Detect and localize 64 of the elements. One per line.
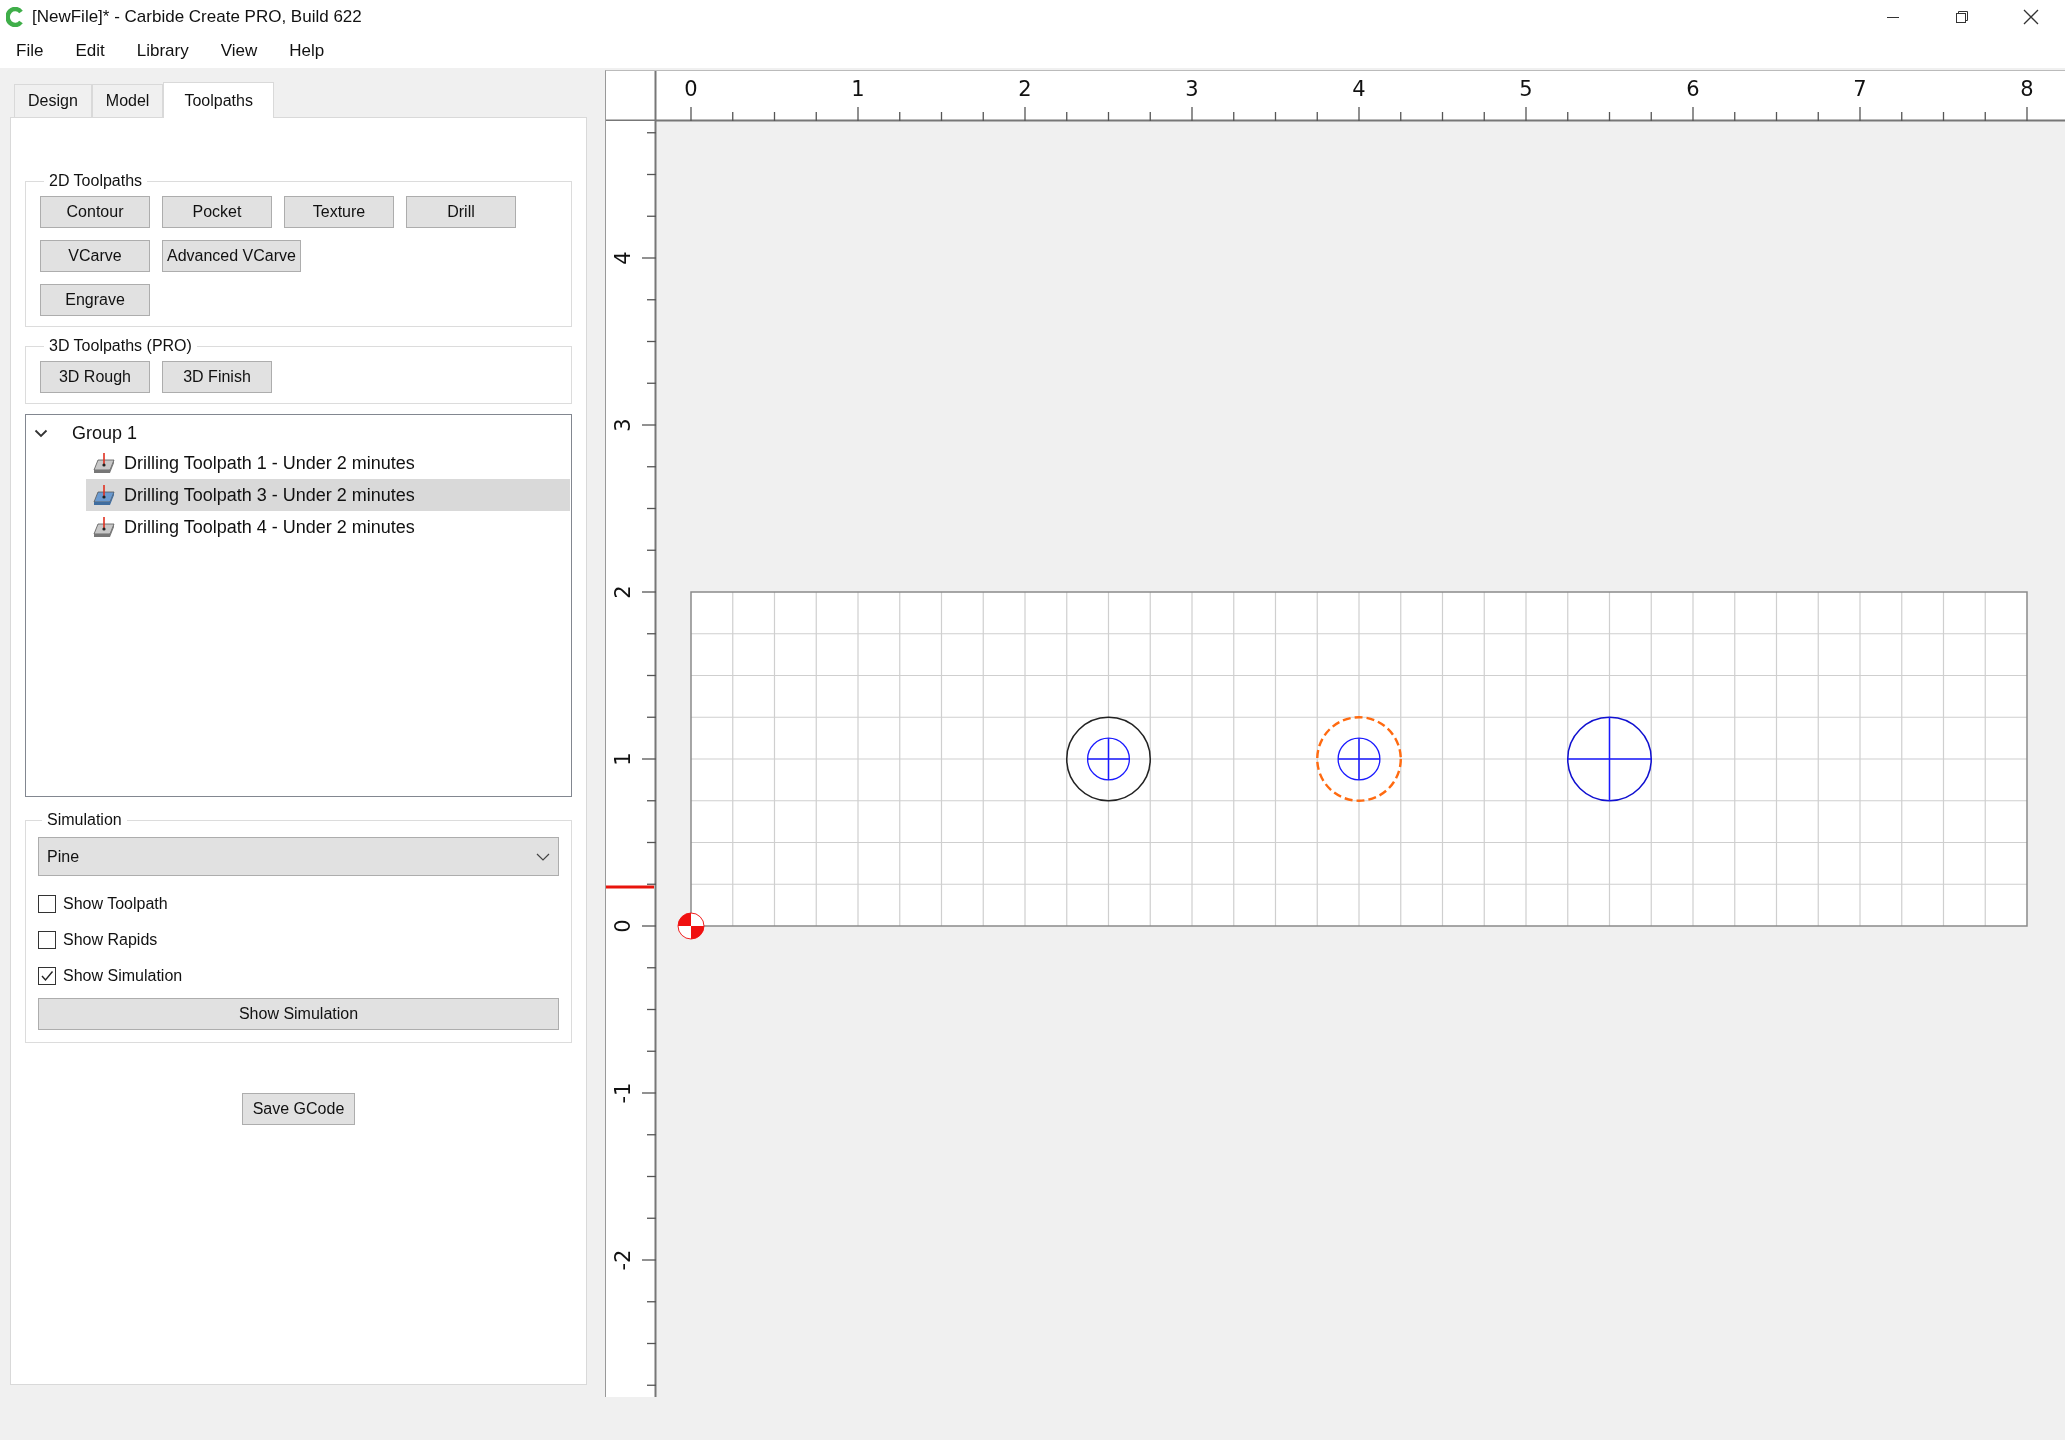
menu-item[interactable]: Library: [126, 36, 199, 65]
tree-item-label[interactable]: Drilling Toolpath 3 - Under 2 minutes: [124, 484, 415, 506]
save-gcode-button[interactable]: Save GCode: [241, 1093, 356, 1125]
toolpath-button[interactable]: VCarve: [40, 240, 150, 272]
origin-icon: [677, 912, 705, 940]
design-canvas[interactable]: 0 1 2 3 4 5 6 7 8 4 3 2 1 0 -1 -2: [605, 70, 2065, 1397]
ruler-label: 6: [1686, 77, 1700, 101]
toolpath-button[interactable]: 3D Rough: [40, 361, 150, 393]
group-title: 3D Toolpaths (PRO): [48, 337, 193, 355]
chevron-down-icon: [536, 851, 550, 862]
menu-item[interactable]: File: [6, 36, 54, 65]
tab[interactable]: Design: [14, 84, 92, 117]
ruler-label: 4: [1352, 77, 1366, 101]
menu-item[interactable]: Help: [279, 36, 335, 65]
toolpath-button[interactable]: Drill: [406, 196, 516, 228]
group-title: 2D Toolpaths: [48, 172, 144, 190]
tree-item[interactable]: Drilling Toolpath 4 - Under 2 minutes: [86, 511, 570, 543]
ruler-label: 7: [1853, 77, 1867, 101]
show-simulation-button[interactable]: Show Simulation: [38, 998, 559, 1030]
ruler-label: 5: [1519, 77, 1533, 101]
tree-item-label[interactable]: Drilling Toolpath 1 - Under 2 minutes: [124, 452, 415, 474]
ruler-label: 8: [2020, 77, 2034, 101]
material-dropdown[interactable]: Pine: [38, 837, 559, 876]
menu-item[interactable]: Edit: [65, 36, 115, 65]
ruler-label: 2: [611, 585, 635, 599]
menu-item[interactable]: View: [210, 36, 268, 65]
toolpath-button[interactable]: Engrave: [40, 284, 150, 316]
toolpath-button[interactable]: Contour: [40, 196, 150, 228]
restore-icon[interactable]: [1954, 9, 1969, 24]
window-title: [NewFile]* - Carbide Create PRO, Build 622: [32, 6, 362, 27]
checkbox-label[interactable]: Show Rapids: [63, 931, 158, 949]
checkbox[interactable]: [38, 895, 56, 913]
app-logo-icon: [6, 6, 24, 27]
checkbox-label[interactable]: Show Simulation: [63, 967, 183, 985]
toolpath-button[interactable]: Advanced VCarve: [162, 240, 301, 272]
ruler-label: 4: [611, 251, 635, 265]
tree-item[interactable]: Drilling Toolpath 1 - Under 2 minutes: [86, 447, 570, 479]
ruler-label: 0: [684, 77, 698, 101]
cursor-position-line: [606, 885, 654, 889]
checkbox[interactable]: [38, 931, 56, 949]
toolpath-icon[interactable]: [92, 484, 116, 506]
group-title: Simulation: [46, 811, 123, 829]
checkbox[interactable]: [38, 967, 56, 985]
tree-item[interactable]: Drilling Toolpath 3 - Under 2 minutes: [86, 479, 570, 511]
ruler-label: 1: [611, 752, 635, 766]
tab[interactable]: Model: [91, 84, 164, 117]
toolpath-button[interactable]: Texture: [284, 196, 394, 228]
ruler-label: 1: [851, 77, 865, 101]
tree-item-label[interactable]: Drilling Toolpath 4 - Under 2 minutes: [124, 516, 415, 538]
ruler-label: 3: [611, 418, 635, 432]
checkbox-label[interactable]: Show Toolpath: [63, 895, 168, 913]
tab[interactable]: Toolpaths: [163, 82, 274, 118]
ruler-label: 0: [611, 919, 635, 933]
toolpath-icon[interactable]: [92, 452, 116, 474]
toolpath-button[interactable]: 3D Finish: [162, 361, 272, 393]
checkmark-icon: [39, 968, 55, 984]
toolpath-icon[interactable]: [92, 516, 116, 538]
ruler-label: -1: [611, 1082, 635, 1104]
ruler-label: 2: [1018, 77, 1032, 101]
ruler-label: 3: [1185, 77, 1199, 101]
close-icon[interactable]: [2022, 8, 2039, 25]
ruler-label: -2: [611, 1249, 635, 1271]
tree-group-label[interactable]: Group 1: [72, 422, 138, 444]
toolpath-button[interactable]: Pocket: [162, 196, 272, 228]
